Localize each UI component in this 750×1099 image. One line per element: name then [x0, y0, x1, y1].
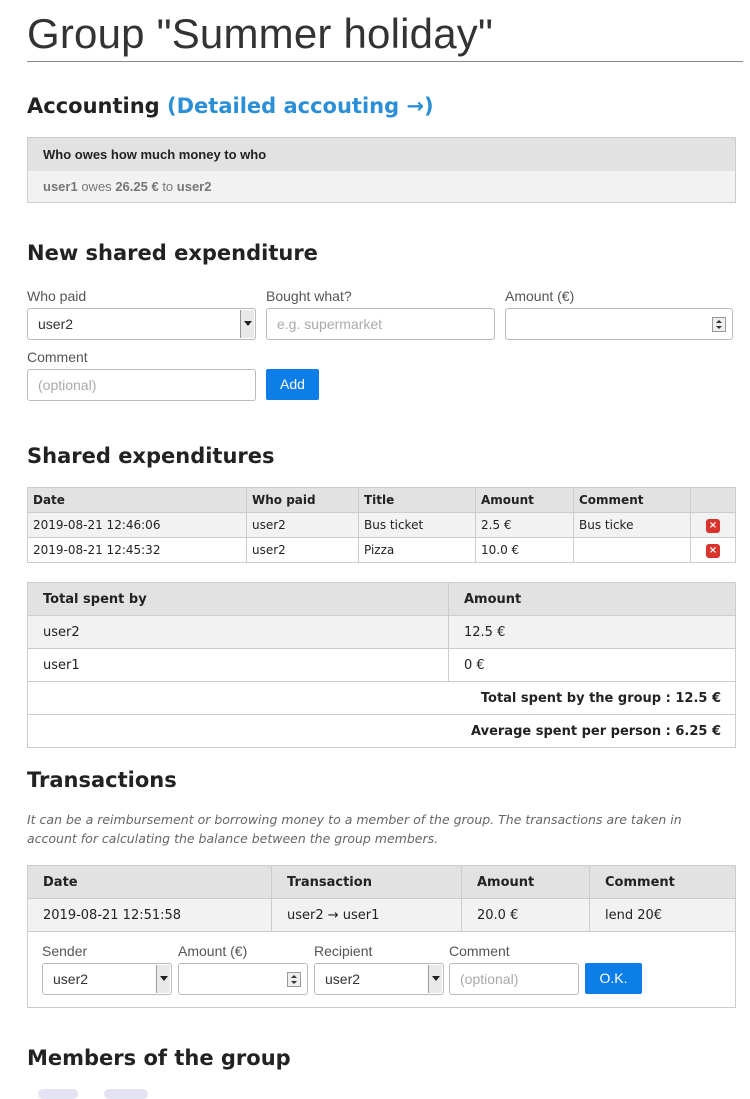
accounting-heading: Accounting (Detailed accouting →) [27, 94, 434, 118]
cell-amount: 0 € [448, 648, 736, 682]
transactions-note: It can be a reimbursement or borrowing m… [27, 812, 682, 846]
table-row: 2019-08-21 12:46:06 user2 Bus ticket 2.5… [27, 512, 736, 538]
table-row: user1 0 € [27, 648, 736, 682]
col-who-paid: Who paid [246, 487, 359, 513]
cell-user: user1 [27, 648, 449, 682]
cell-comment: lend 20€ [589, 898, 736, 932]
transaction-amount-input[interactable] [178, 963, 308, 995]
sender-select[interactable]: user2 [42, 963, 172, 995]
table-row: 2019-08-21 12:51:58 user2 → user1 20.0 €… [27, 898, 736, 932]
cell-amount: 2.5 € [475, 512, 574, 538]
accounting-heading-text: Accounting [27, 94, 160, 118]
table-row: Total spent by the group : 12.5 € [27, 681, 736, 715]
cell-user: user2 [27, 615, 449, 649]
spinner-icon[interactable] [287, 972, 301, 987]
chevron-down-icon [428, 965, 442, 993]
col-amount: Amount [475, 487, 574, 513]
amount-label: Amount (€) [505, 288, 575, 304]
add-expenditure-button[interactable]: Add [266, 369, 319, 400]
col-date: Date [27, 865, 272, 899]
cell-who-paid: user2 [246, 512, 359, 538]
debt-amount: 26.25 € [115, 179, 159, 194]
debt-line: user1 owes 26.25 € to user2 [28, 171, 735, 203]
delete-icon[interactable]: × [706, 544, 720, 558]
cell-comment: Bus ticke [573, 512, 691, 538]
debtor-name: user1 [43, 179, 78, 194]
table-header-row: Date Who paid Title Amount Comment [27, 487, 736, 513]
cell-date: 2019-08-21 12:45:32 [27, 537, 247, 563]
col-transaction: Transaction [271, 865, 462, 899]
cell-actions: × [690, 537, 736, 563]
to-word: to [162, 179, 174, 194]
totals-table: Total spent by Amount user2 12.5 € user1… [27, 582, 736, 748]
cell-title: Pizza [358, 537, 476, 563]
bought-what-input[interactable]: e.g. supermarket [266, 308, 495, 340]
new-expenditure-heading: New shared expenditure [27, 241, 318, 265]
title-divider [27, 61, 743, 62]
cell-date: 2019-08-21 12:51:58 [27, 898, 272, 932]
recipient-label: Recipient [314, 943, 373, 959]
col-amount: Amount [461, 865, 590, 899]
avatar[interactable] [104, 1089, 148, 1099]
expenditures-table: Date Who paid Title Amount Comment 2019-… [27, 487, 736, 563]
transaction-form: Sender user2 Amount (€) Recipient user2 … [27, 931, 736, 1008]
recipient-select[interactable]: user2 [314, 963, 444, 995]
avatar[interactable] [38, 1089, 78, 1099]
table-row: Average spent per person : 6.25 € [27, 714, 736, 748]
cell-date: 2019-08-21 12:46:06 [27, 512, 247, 538]
cell-who-paid: user2 [246, 537, 359, 563]
members-heading: Members of the group [27, 1046, 291, 1070]
col-total-amount: Amount [448, 582, 736, 616]
cell-actions: × [690, 512, 736, 538]
col-comment: Comment [573, 487, 691, 513]
transactions-table: Date Transaction Amount Comment 2019-08-… [27, 865, 736, 932]
col-title: Title [358, 487, 476, 513]
col-comment: Comment [589, 865, 736, 899]
transaction-amount-label: Amount (€) [178, 943, 248, 959]
col-total-spent-by: Total spent by [27, 582, 449, 616]
recipient-value: user2 [325, 971, 361, 987]
cell-amount: 12.5 € [448, 615, 736, 649]
sender-label: Sender [42, 943, 88, 959]
chevron-down-icon [240, 310, 254, 338]
col-actions [690, 487, 736, 513]
detailed-accounting-link[interactable]: (Detailed accouting →) [167, 94, 434, 118]
comment-label: Comment [27, 349, 88, 365]
ok-button[interactable]: O.K. [585, 963, 642, 994]
table-row: 2019-08-21 12:45:32 user2 Pizza 10.0 € × [27, 537, 736, 563]
cell-comment [573, 537, 691, 563]
average-per-person: Average spent per person : 6.25 € [27, 714, 736, 748]
delete-icon[interactable]: × [706, 519, 720, 533]
table-header-row: Total spent by Amount [27, 582, 736, 616]
cell-transaction: user2 → user1 [271, 898, 462, 932]
creditor-name: user2 [176, 179, 212, 194]
who-paid-value: user2 [38, 316, 74, 332]
group-total: Total spent by the group : 12.5 € [27, 681, 736, 715]
bought-what-label: Bought what? [266, 288, 352, 304]
shared-expenditures-heading: Shared expenditures [27, 444, 275, 468]
debts-panel: Who owes how much money to who user1 owe… [27, 137, 736, 203]
col-date: Date [27, 487, 247, 513]
transactions-heading: Transactions [27, 768, 177, 792]
table-row: user2 12.5 € [27, 615, 736, 649]
who-paid-select[interactable]: user2 [27, 308, 256, 340]
owes-word: owes [81, 179, 112, 194]
transaction-comment-label: Comment [449, 943, 510, 959]
debts-panel-title: Who owes how much money to who [28, 138, 735, 171]
transaction-comment-input[interactable]: (optional) [449, 963, 579, 995]
amount-input[interactable] [505, 308, 733, 340]
spinner-icon[interactable] [712, 317, 726, 332]
comment-input[interactable]: (optional) [27, 369, 256, 401]
cell-amount: 20.0 € [461, 898, 590, 932]
page-title: Group "Summer holiday" [27, 10, 494, 57]
sender-value: user2 [53, 971, 89, 987]
cell-title: Bus ticket [358, 512, 476, 538]
chevron-down-icon [156, 965, 170, 993]
who-paid-label: Who paid [27, 288, 87, 304]
cell-amount: 10.0 € [475, 537, 574, 563]
table-header-row: Date Transaction Amount Comment [27, 865, 736, 899]
